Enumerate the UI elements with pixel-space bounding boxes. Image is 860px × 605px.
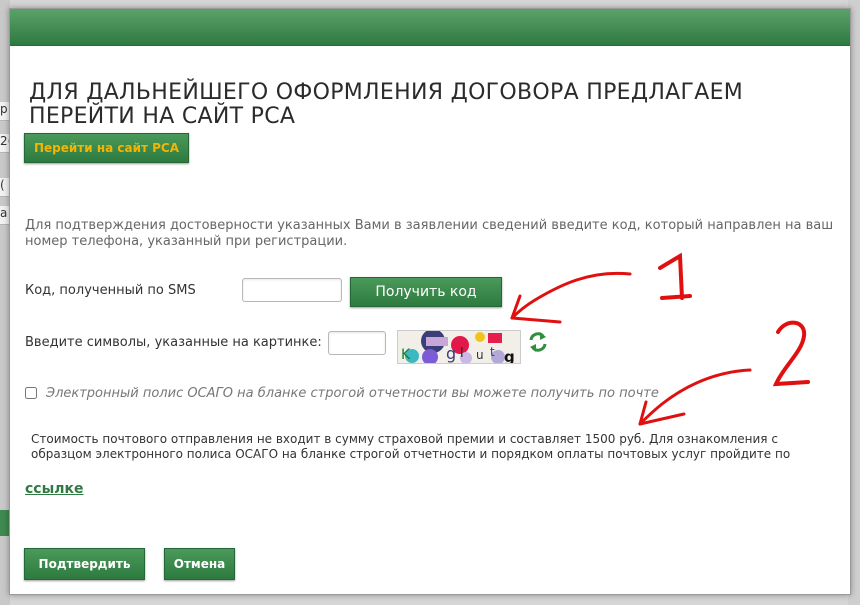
paper-policy-checkbox[interactable] <box>25 387 37 399</box>
captcha-image: K g l u t g <box>397 330 521 364</box>
sms-code-input[interactable] <box>242 278 342 302</box>
postal-cost-note: Стоимость почтового отправления не входи… <box>31 432 791 461</box>
svg-text:t: t <box>490 345 495 359</box>
go-to-rsa-button[interactable]: Перейти на сайт РСА <box>24 133 189 163</box>
sample-policy-link[interactable]: ссылке <box>25 481 84 497</box>
dialog: ДЛЯ ДАЛЬНЕЙШЕГО ОФОРМЛЕНИЯ ДОГОВОРА ПРЕД… <box>9 8 851 595</box>
svg-text:g: g <box>446 344 456 363</box>
dialog-header <box>10 9 850 46</box>
sms-instruction-text: Для подтверждения достоверности указанны… <box>25 218 834 249</box>
cancel-button[interactable]: Отмена <box>164 548 235 580</box>
svg-text:g: g <box>504 348 515 363</box>
confirm-button[interactable]: Подтвердить <box>24 548 145 580</box>
svg-text:u: u <box>476 348 484 362</box>
dialog-title: ДЛЯ ДАЛЬНЕЙШЕГО ОФОРМЛЕНИЯ ДОГОВОРА ПРЕД… <box>29 80 744 129</box>
sms-code-label: Код, полученный по SMS <box>25 283 196 298</box>
get-code-button[interactable]: Получить код <box>350 277 502 307</box>
paper-policy-label: Электронный полис ОСАГО на бланке строго… <box>46 386 659 401</box>
svg-text:l: l <box>460 346 464 361</box>
captcha-label: Введите символы, указанные на картинке: <box>25 335 322 350</box>
refresh-captcha-icon[interactable] <box>527 331 549 353</box>
svg-text:K: K <box>401 347 411 363</box>
captcha-input[interactable] <box>328 331 386 355</box>
